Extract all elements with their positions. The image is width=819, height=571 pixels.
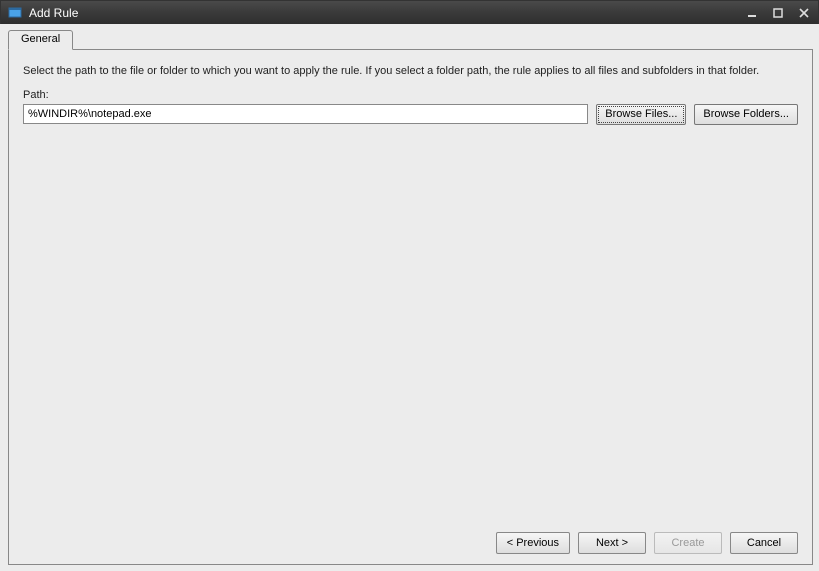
maximize-button[interactable] xyxy=(768,5,788,21)
previous-button[interactable]: < Previous xyxy=(496,532,570,554)
client-area: General Select the path to the file or f… xyxy=(0,24,819,571)
next-button[interactable]: Next > xyxy=(578,532,646,554)
titlebar: Add Rule xyxy=(1,1,818,25)
close-button[interactable] xyxy=(794,5,814,21)
minimize-button[interactable] xyxy=(742,5,762,21)
description-text: Select the path to the file or folder to… xyxy=(23,64,798,79)
browse-folders-button[interactable]: Browse Folders... xyxy=(694,104,798,125)
window-title: Add Rule xyxy=(29,6,742,20)
tab-strip: General xyxy=(8,30,813,50)
cancel-button[interactable]: Cancel xyxy=(730,532,798,554)
browse-files-button[interactable]: Browse Files... xyxy=(596,104,686,125)
tab-general[interactable]: General xyxy=(8,30,73,50)
path-input[interactable] xyxy=(23,104,588,124)
create-button[interactable]: Create xyxy=(654,532,722,554)
wizard-footer: < Previous Next > Create Cancel xyxy=(23,524,798,554)
window-controls xyxy=(742,5,814,21)
tab-panel-general: Select the path to the file or folder to… xyxy=(8,49,813,565)
app-icon xyxy=(7,5,23,21)
path-row: Browse Files... Browse Folders... xyxy=(23,104,798,125)
path-label: Path: xyxy=(23,89,798,101)
